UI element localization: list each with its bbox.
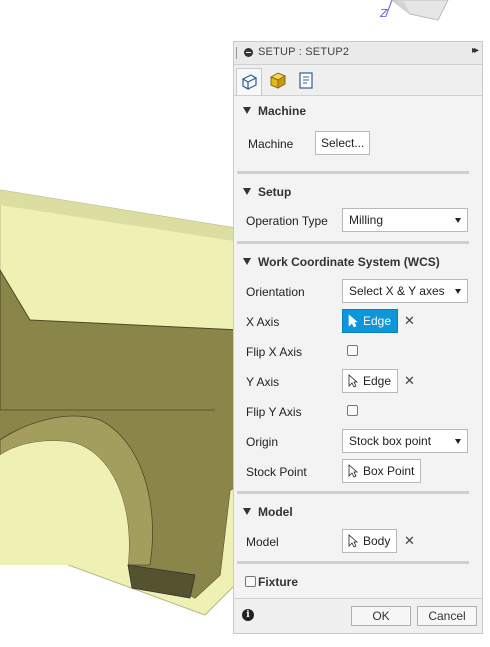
flip-x-axis-checkbox[interactable] xyxy=(347,345,358,356)
cancel-button[interactable]: Cancel xyxy=(417,606,477,626)
x-axis-edge-selector[interactable]: Edge xyxy=(342,309,399,333)
setup-tab-icon xyxy=(241,74,258,91)
cursor-arrow-icon xyxy=(348,314,358,328)
operation-type-label: Operation Type xyxy=(246,214,328,228)
model-label: Model xyxy=(246,535,279,549)
y-axis-edge-selector[interactable]: Edge xyxy=(342,369,399,393)
tab-post-process[interactable] xyxy=(294,68,320,92)
section-fixture-header[interactable]: Fixture xyxy=(234,573,482,593)
section-wcs-header[interactable]: Work Coordinate System (WCS) xyxy=(234,253,482,273)
info-icon[interactable]: i xyxy=(242,609,254,621)
clear-y-axis-icon[interactable]: ✕ xyxy=(404,373,415,389)
collapse-triangle-icon xyxy=(243,508,251,515)
tab-setup[interactable] xyxy=(236,68,262,95)
flip-y-axis-checkbox[interactable] xyxy=(347,405,358,416)
x-axis-label: X Axis xyxy=(246,315,280,329)
stock-tab-icon xyxy=(269,72,287,89)
section-setup-header[interactable]: Setup xyxy=(234,183,482,203)
z-axis-label: Z xyxy=(379,7,388,20)
flip-x-axis-label: Flip X Axis xyxy=(246,345,303,359)
dropdown-caret-icon xyxy=(455,439,461,444)
ok-button[interactable]: OK xyxy=(351,606,411,626)
expand-panel-icon[interactable]: ▸▸ xyxy=(472,45,479,56)
panel-title: SETUP : SETUP2 xyxy=(258,46,350,58)
collapse-triangle-icon xyxy=(243,188,251,195)
section-model-header[interactable]: Model xyxy=(234,503,482,523)
section-machine-header[interactable]: Machine xyxy=(234,102,482,122)
stock-point-label: Stock Point xyxy=(246,465,307,479)
section-divider xyxy=(237,491,469,494)
clear-model-icon[interactable]: ✕ xyxy=(404,533,415,549)
dropdown-caret-icon xyxy=(455,218,461,223)
panel-footer: i OK Cancel xyxy=(234,598,482,633)
operation-type-select[interactable]: Milling xyxy=(342,208,468,232)
section-divider xyxy=(237,561,469,564)
y-axis-label: Y Axis xyxy=(246,375,280,389)
panel-titlebar[interactable]: SETUP : SETUP2 ▸▸ xyxy=(234,42,482,65)
collapse-triangle-icon xyxy=(243,107,251,114)
section-divider xyxy=(237,171,469,174)
panel-tabs xyxy=(234,65,482,96)
machine-label: Machine xyxy=(248,137,294,151)
clear-x-axis-icon[interactable]: ✕ xyxy=(404,313,415,329)
post-process-tab-icon xyxy=(299,72,313,89)
origin-select[interactable]: Stock box point xyxy=(342,429,468,453)
origin-label: Origin xyxy=(246,435,279,449)
cursor-arrow-icon xyxy=(348,534,358,548)
cursor-arrow-icon xyxy=(348,374,358,388)
fixture-checkbox[interactable] xyxy=(245,576,256,587)
dropdown-caret-icon xyxy=(455,289,461,294)
orientation-label: Orientation xyxy=(246,285,305,299)
orientation-select[interactable]: Select X & Y axes xyxy=(342,279,468,303)
stock-point-selector[interactable]: Box Point xyxy=(342,459,422,483)
view-cube-icon[interactable] xyxy=(385,0,449,21)
setup-panel: SETUP : SETUP2 ▸▸ Machine Machine Select… xyxy=(233,41,483,634)
collapse-triangle-icon xyxy=(243,258,251,265)
drag-handle-icon[interactable] xyxy=(236,47,239,59)
cursor-arrow-icon xyxy=(348,464,358,478)
machine-select-button[interactable]: Select... xyxy=(315,131,371,155)
model-body-selector[interactable]: Body xyxy=(342,529,398,553)
section-divider xyxy=(237,241,469,244)
flip-y-axis-label: Flip Y Axis xyxy=(246,405,302,419)
tab-stock[interactable] xyxy=(266,68,292,92)
collapse-icon[interactable] xyxy=(244,48,253,57)
